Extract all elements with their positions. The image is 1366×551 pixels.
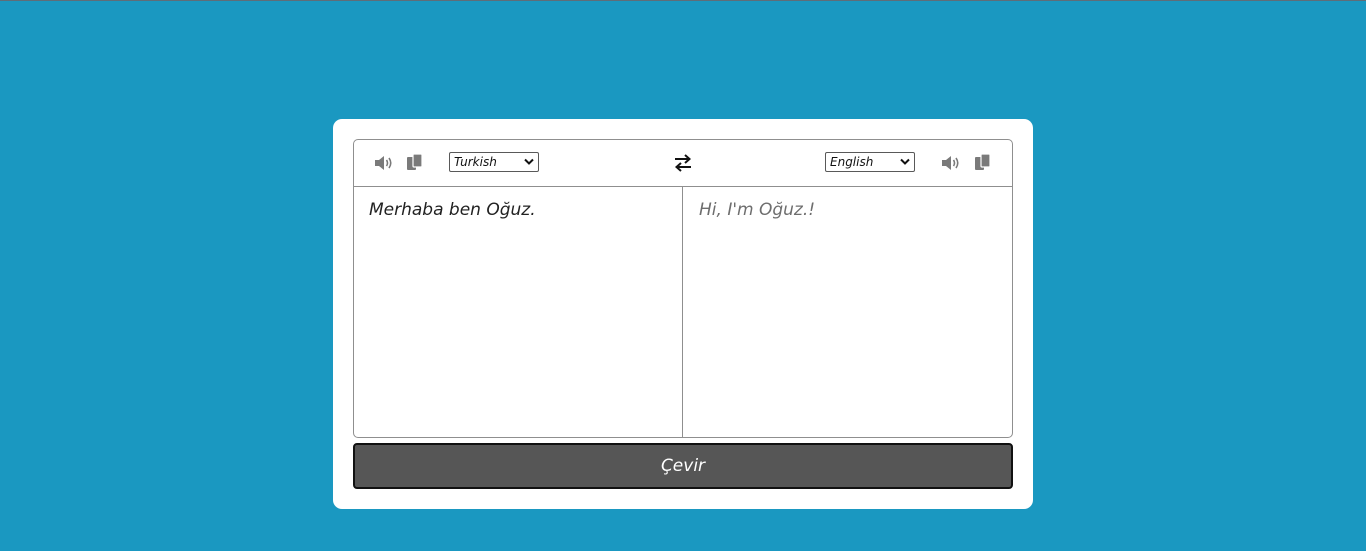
toolbar: Turkish English: [354, 140, 1012, 187]
target-language-value: English: [830, 155, 874, 169]
target-copy-icon[interactable]: [974, 154, 994, 172]
swap-arrows-icon[interactable]: [672, 153, 694, 173]
target-language-select[interactable]: English: [825, 152, 915, 172]
source-copy-icon[interactable]: [406, 154, 426, 172]
translator-card: Turkish English Merhaba ben Oğuz. Hi, I'…: [333, 119, 1033, 509]
top-border: [0, 0, 1366, 1]
source-text-input[interactable]: Merhaba ben Oğuz.: [354, 187, 683, 437]
target-text-output[interactable]: Hi, I'm Oğuz.!: [684, 187, 1012, 437]
target-speaker-icon[interactable]: [941, 154, 961, 172]
target-text: Hi, I'm Oğuz.!: [699, 200, 816, 220]
source-language-value: Turkish: [454, 155, 497, 169]
translation-panel: Turkish English Merhaba ben Oğuz. Hi, I'…: [353, 139, 1013, 438]
translate-button[interactable]: Çevir: [353, 443, 1013, 489]
source-speaker-icon[interactable]: [374, 154, 394, 172]
source-language-select[interactable]: Turkish: [449, 152, 539, 172]
chevron-down-icon: [900, 158, 910, 165]
translate-button-label: Çevir: [660, 456, 706, 476]
source-text: Merhaba ben Oğuz.: [369, 200, 536, 220]
chevron-down-icon: [524, 158, 534, 165]
